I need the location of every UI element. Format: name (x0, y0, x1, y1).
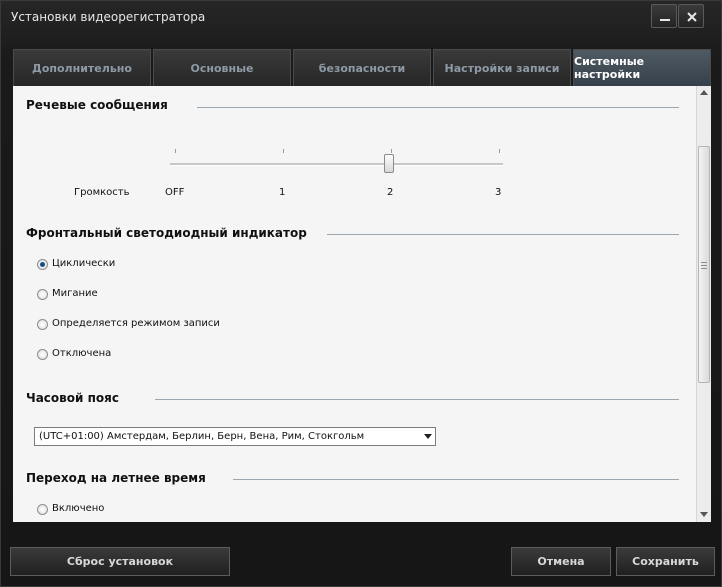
timezone-section-divider (155, 399, 679, 400)
volume-tick-label: 2 (387, 187, 394, 198)
tab-system-settings[interactable]: Системные настройки (573, 49, 711, 86)
tab-recording-settings[interactable]: Настройки записи (433, 49, 571, 86)
scroll-up-arrow-icon[interactable] (700, 90, 708, 96)
dst-section-divider (233, 479, 679, 480)
timezone-select[interactable]: (UTC+01:00) Амстердам, Берлин, Берн, Вен… (34, 427, 436, 446)
close-icon (687, 12, 697, 22)
slider-tick (283, 149, 284, 153)
led-option-label[interactable]: Определяется режимом записи (52, 318, 220, 329)
window-title: Установки видеорегистратора (11, 10, 206, 24)
vertical-scrollbar[interactable] (696, 86, 711, 522)
tab-additional[interactable]: Дополнительно (13, 49, 151, 86)
scroll-down-arrow-icon[interactable] (700, 512, 708, 518)
voice-section-divider (197, 107, 679, 108)
grip-line (701, 268, 707, 269)
grip-line (701, 265, 707, 266)
led-option-label[interactable]: Мигание (52, 288, 98, 299)
slider-tick (175, 149, 176, 153)
reset-settings-button[interactable]: Сброс установок (10, 547, 230, 576)
volume-tick-label: OFF (165, 187, 185, 198)
save-button[interactable]: Сохранить (616, 547, 715, 576)
voice-section-title: Речевые сообщения (26, 98, 168, 112)
led-section-divider (327, 234, 679, 235)
settings-panel: Речевые сообщения Громкость OFF 1 2 3 Фр… (13, 86, 711, 522)
led-section-title: Фронтальный светодиодный индикатор (26, 226, 307, 240)
slider-tick (391, 149, 392, 153)
volume-label: Громкость (74, 187, 130, 198)
dst-radio-enabled[interactable] (37, 504, 48, 515)
dst-option-label[interactable]: Включено (52, 503, 104, 514)
volume-tick-label: 1 (279, 187, 286, 198)
volume-slider-thumb[interactable] (384, 154, 394, 173)
tab-basic[interactable]: Основные (153, 49, 291, 86)
minimize-icon (660, 19, 670, 21)
cancel-button[interactable]: Отмена (511, 547, 611, 576)
led-radio-off[interactable] (37, 349, 48, 360)
close-button[interactable] (678, 4, 704, 28)
scroll-thumb[interactable] (698, 146, 710, 383)
chevron-down-icon (424, 434, 432, 439)
volume-tick-label: 3 (495, 187, 502, 198)
tab-security[interactable]: безопасности (293, 49, 431, 86)
led-radio-by-recording-mode[interactable] (37, 319, 48, 330)
led-option-label[interactable]: Отключена (52, 348, 111, 359)
grip-line (701, 262, 707, 263)
timezone-section-title: Часовой пояс (26, 391, 119, 405)
led-radio-blink[interactable] (37, 289, 48, 300)
title-bar: Установки видеорегистратора (1, 1, 721, 35)
led-radio-cyclic[interactable] (37, 259, 48, 270)
slider-tick (499, 149, 500, 153)
timezone-selected-value: (UTC+01:00) Амстердам, Берлин, Берн, Вен… (39, 431, 365, 442)
led-option-label[interactable]: Циклически (52, 258, 115, 269)
dialog-window: Установки видеорегистратора Дополнительн… (0, 0, 722, 587)
volume-slider-track[interactable] (170, 163, 503, 166)
minimize-button[interactable] (651, 4, 677, 28)
dst-section-title: Переход на летнее время (26, 471, 206, 485)
tab-bar: Дополнительно Основные безопасности Наст… (13, 49, 711, 86)
